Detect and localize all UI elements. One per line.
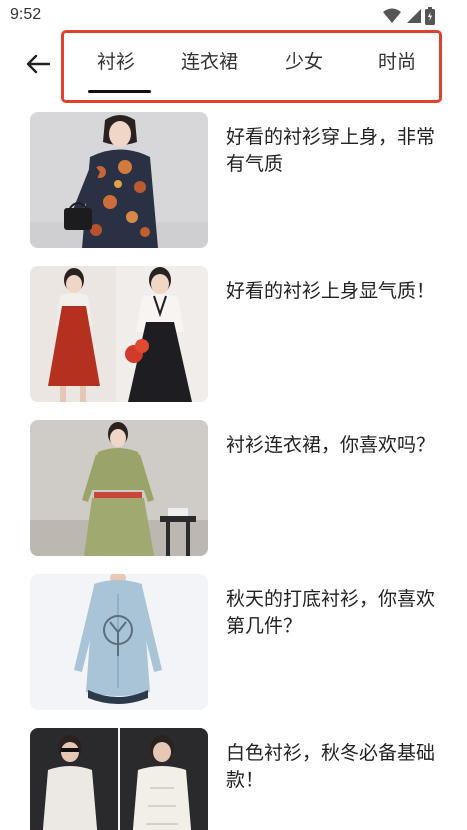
list-item[interactable]: 秋天的打底衬衫，你喜欢第几件？ — [0, 572, 467, 712]
battery-icon — [425, 7, 435, 25]
list-item[interactable]: 好看的衬衫上身显气质！ — [0, 264, 467, 404]
arrow-left-icon — [26, 54, 50, 74]
article-title: 好看的衬衫穿上身，非常有气质 — [226, 126, 436, 175]
list-item[interactable]: 衬衫连衣裙，你喜欢吗？ — [0, 418, 467, 558]
tab-fashion[interactable]: 时尚 — [378, 47, 416, 74]
article-title: 好看的衬衫上身显气质！ — [226, 280, 436, 302]
article-thumbnail — [30, 420, 208, 556]
back-button[interactable] — [18, 44, 58, 84]
tab-dresses[interactable]: 连衣裙 — [181, 47, 238, 74]
active-tab-indicator — [88, 90, 151, 93]
article-thumbnail — [30, 728, 208, 830]
article-thumbnail — [30, 266, 208, 402]
status-bar: 9:52 — [0, 0, 467, 34]
status-icons — [383, 7, 435, 25]
status-time: 9:52 — [10, 6, 42, 23]
article-title: 衬衫连衣裙，你喜欢吗？ — [226, 434, 436, 456]
signal-icon — [407, 9, 421, 23]
list-item[interactable]: 好看的衬衫穿上身，非常有气质 — [0, 110, 467, 250]
article-thumbnail — [30, 574, 208, 710]
wifi-icon — [383, 8, 401, 23]
top-bar: 衬衫 连衣裙 少女 时尚 — [0, 30, 467, 106]
article-title: 白色衬衫，秋冬必备基础款！ — [226, 742, 436, 791]
list-item[interactable]: 白色衬衫，秋冬必备基础款！ — [0, 726, 467, 830]
article-thumbnail — [30, 112, 208, 248]
tab-shirts[interactable]: 衬衫 — [97, 47, 135, 74]
tab-girls[interactable]: 少女 — [285, 47, 323, 74]
article-title: 秋天的打底衬衫，你喜欢第几件？ — [226, 588, 436, 637]
